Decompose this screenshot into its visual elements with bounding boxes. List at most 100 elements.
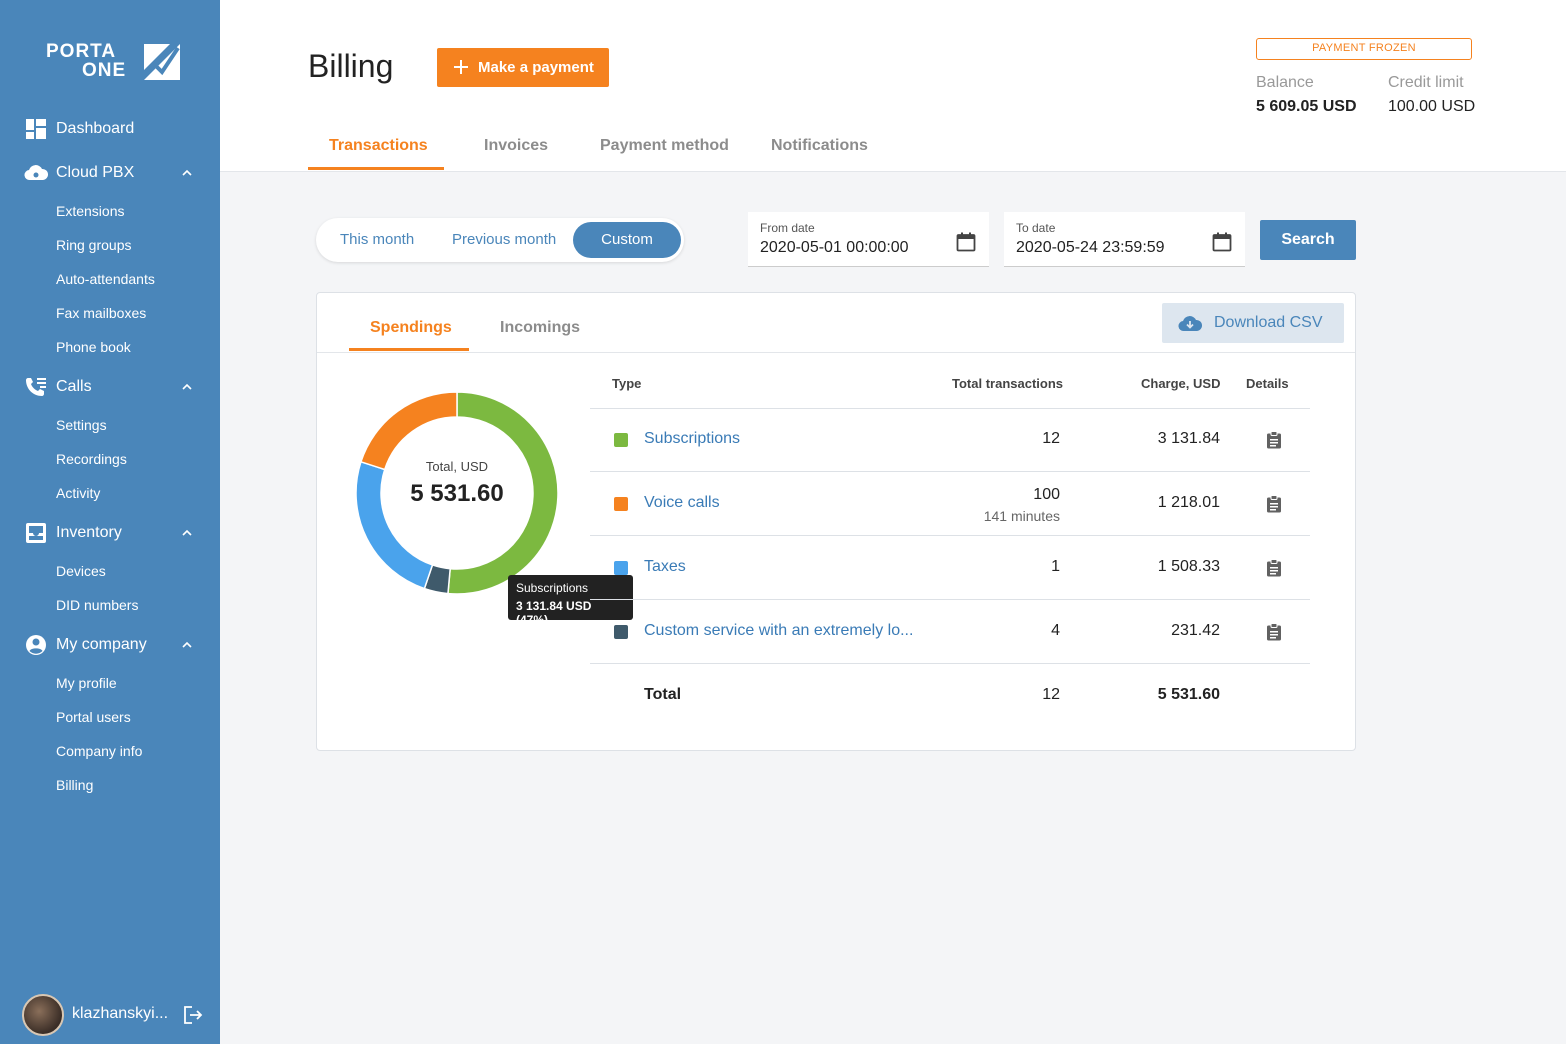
download-csv-button[interactable]: Download CSV (1162, 303, 1344, 343)
tab-invoices[interactable]: Invoices (484, 137, 548, 155)
row-count: 100 (1033, 486, 1060, 503)
tab-transactions[interactable]: Transactions (329, 137, 428, 155)
row-count: 1 (1051, 558, 1060, 575)
search-button[interactable]: Search (1260, 220, 1356, 260)
to-date-value[interactable]: 2020-05-24 23:59:59 (1016, 239, 1165, 257)
clipboard-icon[interactable] (1266, 431, 1282, 449)
avatar[interactable] (22, 994, 64, 1036)
to-date-label: To date (1016, 221, 1056, 235)
sidebar-subitem-devices[interactable]: Devices (56, 561, 106, 581)
dashboard-icon (24, 117, 48, 141)
row-count: 12 (1042, 430, 1060, 447)
status-badge: PAYMENT FROZEN (1256, 38, 1472, 60)
row-charge: 1 218.01 (1157, 494, 1220, 511)
subtab-spendings[interactable]: Spendings (370, 319, 452, 337)
plus-icon (454, 60, 468, 74)
sidebar-subitem-portal-users[interactable]: Portal users (56, 707, 131, 727)
calendar-icon[interactable] (956, 232, 976, 252)
row-count-minutes: 141 minutes (983, 508, 1060, 524)
total-count: 12 (1042, 686, 1060, 703)
sidebar-item-label: Calls (56, 378, 92, 395)
sidebar-item-calls[interactable]: Calls (0, 370, 220, 404)
period-custom[interactable]: Custom (573, 222, 681, 258)
legend-swatch-voice-calls (614, 497, 628, 511)
sidebar-item-label: Dashboard (56, 120, 135, 137)
sidebar-subitem-ring-groups[interactable]: Ring groups (56, 235, 132, 255)
row-charge: 3 131.84 (1157, 430, 1220, 447)
sidebar-subitem-recordings[interactable]: Recordings (56, 449, 127, 469)
legend-swatch-taxes (614, 561, 628, 575)
sidebar-subitem-fax-mailboxes[interactable]: Fax mailboxes (56, 303, 146, 323)
page-header: Billing Make a payment PAYMENT FROZEN Ba… (220, 0, 1566, 172)
from-date-field[interactable]: From date 2020-05-01 00:00:00 (748, 212, 989, 267)
sidebar-item-dashboard[interactable]: Dashboard (0, 112, 220, 146)
chevron-up-icon[interactable] (180, 638, 194, 652)
divider (590, 663, 1310, 664)
period-previous-month[interactable]: Previous month (452, 231, 556, 248)
donut-slice-voice-calls[interactable] (359, 391, 458, 471)
donut-total-value: 5 531.60 (410, 480, 504, 507)
sidebar-subitem-billing[interactable]: Billing (56, 775, 93, 795)
cloud-icon (24, 161, 48, 185)
column-header-charge: Charge, USD (1141, 376, 1221, 391)
sidebar-subitem-my-profile[interactable]: My profile (56, 673, 117, 693)
sidebar-item-inventory[interactable]: Inventory (0, 516, 220, 550)
clipboard-icon[interactable] (1266, 495, 1282, 513)
chevron-up-icon[interactable] (180, 526, 194, 540)
row-type-link[interactable]: Voice calls (644, 494, 720, 512)
transactions-card: Spendings Incomings Download CSV Total, … (316, 292, 1356, 751)
row-count: 4 (1051, 622, 1060, 639)
row-type-link[interactable]: Taxes (644, 558, 686, 576)
period-this-month[interactable]: This month (340, 231, 414, 248)
credit-limit-label: Credit limit (1388, 74, 1464, 91)
sidebar: PORTA ONE Dashboard Cloud PBX Extensions… (0, 0, 220, 1044)
chevron-up-icon[interactable] (180, 380, 194, 394)
sidebar-subitem-did-numbers[interactable]: DID numbers (56, 595, 138, 615)
total-charge: 5 531.60 (1157, 686, 1220, 703)
row-charge: 1 508.33 (1157, 558, 1220, 575)
donut-total-label: Total, USD (425, 459, 489, 474)
divider (317, 352, 1355, 353)
row-type-link[interactable]: Custom service with an extremely lo... (644, 622, 913, 640)
account-circle-icon (24, 633, 48, 657)
logout-icon[interactable] (182, 1004, 204, 1026)
column-header-type: Type (612, 376, 642, 391)
sidebar-subitem-phone-book[interactable]: Phone book (56, 337, 131, 357)
sidebar-subitem-extensions[interactable]: Extensions (56, 201, 124, 221)
tooltip-value: 3 131.84 USD (47%) (516, 599, 592, 627)
from-date-value[interactable]: 2020-05-01 00:00:00 (760, 239, 909, 257)
phone-list-icon (24, 375, 48, 399)
make-payment-label: Make a payment (478, 59, 594, 76)
sidebar-item-cloud-pbx[interactable]: Cloud PBX (0, 156, 220, 190)
calendar-icon[interactable] (1212, 232, 1232, 252)
make-payment-button[interactable]: Make a payment (437, 48, 609, 87)
chart-tooltip: Subscriptions 3 131.84 USD (47%) (508, 575, 633, 627)
divider (590, 599, 1310, 600)
sidebar-item-my-company[interactable]: My company (0, 628, 220, 662)
user-name: klazhanskyi... (72, 1005, 169, 1022)
sidebar-subitem-company-info[interactable]: Company info (56, 741, 142, 761)
balance-value: 5 609.05 USD (1256, 98, 1357, 115)
sidebar-subitem-activity[interactable]: Activity (56, 483, 100, 503)
credit-limit-value: 100.00 USD (1388, 98, 1476, 115)
sidebar-item-label: My company (56, 636, 147, 653)
sidebar-subitem-auto-attendants[interactable]: Auto-attendants (56, 269, 155, 289)
download-csv-label: Download CSV (1214, 314, 1323, 331)
row-type-link[interactable]: Subscriptions (644, 430, 740, 448)
divider (590, 471, 1310, 472)
total-label: Total (644, 686, 682, 703)
sidebar-item-label: Inventory (56, 524, 122, 541)
cloud-download-icon (1178, 316, 1202, 332)
tab-payment-method[interactable]: Payment method (600, 137, 729, 155)
clipboard-icon[interactable] (1266, 559, 1282, 577)
clipboard-icon[interactable] (1266, 623, 1282, 641)
subtab-incomings[interactable]: Incomings (500, 319, 580, 337)
logo-line-1: PORTA (46, 41, 117, 62)
chevron-up-icon[interactable] (180, 166, 194, 180)
legend-swatch-custom-service (614, 625, 628, 639)
portaone-logo[interactable]: PORTA ONE (46, 42, 182, 84)
sidebar-subitem-settings[interactable]: Settings (56, 415, 107, 435)
to-date-field[interactable]: To date 2020-05-24 23:59:59 (1004, 212, 1245, 267)
legend-swatch-subscriptions (614, 433, 628, 447)
tab-notifications[interactable]: Notifications (771, 137, 868, 155)
